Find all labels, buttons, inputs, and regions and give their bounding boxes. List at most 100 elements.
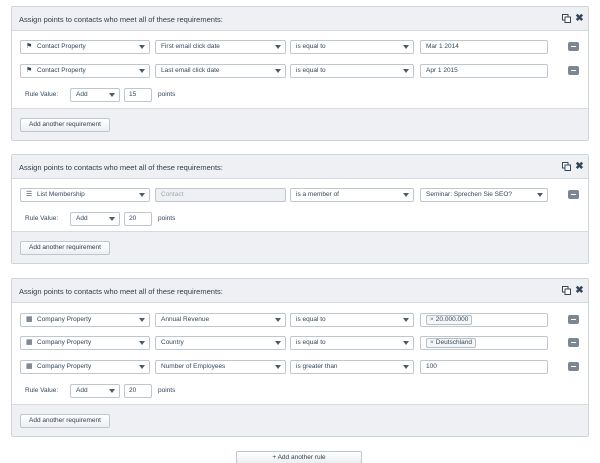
remove-requirement-button[interactable] — [568, 362, 579, 371]
copy-icon[interactable] — [561, 285, 572, 296]
rule-title: Assign points to contacts who meet all o… — [19, 287, 223, 296]
chevron-down-icon — [139, 318, 145, 322]
rule-header: Assign points to contacts who meet all o… — [12, 279, 588, 303]
rule-footer: Add another requirement — [12, 108, 588, 140]
value-tag-text: Deutschland — [435, 339, 472, 346]
chevron-down-icon — [139, 341, 145, 345]
operator-select[interactable]: is equal to — [290, 64, 414, 78]
requirement-type-value: Contact Property — [37, 67, 86, 74]
scoring-rule: Assign points to contacts who meet all o… — [11, 278, 589, 437]
requirement-type-value: Company Property — [37, 339, 92, 346]
requirement-row: ▦ Company Property Country is equal to × D… — [12, 336, 590, 350]
requirement-type-select[interactable]: ▦ Company Property — [20, 336, 150, 350]
flag-icon: ⚑ — [26, 43, 33, 50]
chevron-down-icon — [139, 193, 145, 197]
value-tag-input[interactable]: × Deutschland — [420, 336, 548, 350]
add-requirement-button[interactable]: Add another requirement — [20, 414, 110, 428]
rule-header: Assign points to contacts who meet all o… — [12, 155, 588, 179]
value-input[interactable]: Apr 1 2015 — [420, 64, 548, 78]
operator-value: is a member of — [296, 191, 339, 198]
points-input[interactable]: 20 — [124, 212, 152, 226]
rule-value-label: Rule Value: — [25, 215, 59, 222]
rule-header: Assign points to contacts who meet all o… — [12, 7, 588, 31]
operator-select[interactable]: is equal to — [290, 40, 414, 54]
building-icon: ▦ — [26, 339, 33, 346]
add-rule-button[interactable]: + Add another rule — [236, 451, 362, 463]
requirement-type-select[interactable]: ☰ List Membership — [20, 188, 150, 202]
close-icon[interactable]: ✖ — [574, 285, 585, 296]
requirement-type-value: List Membership — [37, 191, 85, 198]
requirement-row: ☰ List Membership Contact is a member of … — [12, 188, 590, 202]
property-value: Number of Employees — [161, 363, 226, 370]
property-select[interactable]: First email click date — [155, 40, 286, 54]
scoring-rule: Assign points to contacts who meet all o… — [11, 6, 589, 141]
requirement-row: ▦ Company Property Number of Employees is… — [12, 360, 590, 374]
operator-value: is equal to — [296, 339, 326, 346]
property-value: Annual Revenue — [161, 316, 210, 323]
rule-value-label: Rule Value: — [25, 387, 59, 394]
rule-title: Assign points to contacts who meet all o… — [19, 15, 223, 24]
requirement-type-select[interactable]: ⚑ Contact Property — [20, 40, 150, 54]
building-icon: ▦ — [26, 363, 33, 370]
chevron-down-icon — [109, 389, 115, 393]
close-icon[interactable]: ✖ — [574, 13, 585, 24]
requirement-type-select[interactable]: ▦ Company Property — [20, 360, 150, 374]
chevron-down-icon — [275, 341, 281, 345]
property-select[interactable]: Annual Revenue — [155, 313, 286, 327]
points-label: points — [158, 215, 176, 222]
chevron-down-icon — [109, 93, 115, 97]
operator-value: is greater than — [296, 363, 338, 370]
chevron-down-icon — [537, 193, 543, 197]
remove-requirement-button[interactable] — [568, 315, 579, 324]
chevron-down-icon — [403, 318, 409, 322]
property-select[interactable]: Country — [155, 336, 286, 350]
copy-icon[interactable] — [561, 13, 572, 24]
value-tag-text: 20.000.000 — [435, 316, 469, 323]
requirement-row: ▦ Company Property Annual Revenue is equa… — [12, 313, 590, 327]
add-requirement-button[interactable]: Add another requirement — [20, 241, 110, 255]
close-icon[interactable]: ✖ — [574, 161, 585, 172]
rule-footer: Add another requirement — [12, 404, 588, 436]
operator-select[interactable]: is equal to — [290, 313, 414, 327]
rule-value-row: Rule Value: Add 20 points — [12, 384, 590, 398]
chevron-down-icon — [139, 365, 145, 369]
value-input[interactable]: Mar 1 2014 — [420, 40, 548, 54]
flag-icon: ⚑ — [26, 67, 33, 74]
requirement-type-select[interactable]: ⚑ Contact Property — [20, 64, 150, 78]
operator-select[interactable]: is equal to — [290, 336, 414, 350]
chevron-down-icon — [403, 193, 409, 197]
points-input[interactable]: 15 — [124, 88, 152, 102]
operator-select[interactable]: is a member of — [290, 188, 414, 202]
copy-icon[interactable] — [561, 161, 572, 172]
value-input[interactable]: 100 — [420, 360, 548, 374]
operator-select[interactable]: is greater than — [290, 360, 414, 374]
value-tag: × Deutschland — [426, 338, 476, 348]
remove-requirement-button[interactable] — [568, 66, 579, 75]
rule-action-select[interactable]: Add — [70, 384, 120, 398]
value-tag: × 20.000.000 — [426, 315, 473, 325]
scoring-rule: Assign points to contacts who meet all o… — [11, 154, 589, 264]
list-select[interactable]: Seminar: Sprechen Sie SEO? — [420, 188, 548, 202]
value-tag-input[interactable]: × 20.000.000 — [420, 313, 548, 327]
property-value: First email click date — [161, 43, 220, 50]
remove-requirement-button[interactable] — [568, 338, 579, 347]
remove-tag-icon[interactable]: × — [430, 316, 434, 323]
requirement-type-select[interactable]: ▦ Company Property — [20, 313, 150, 327]
rule-action-value: Add — [76, 91, 88, 98]
property-field-disabled: Contact — [155, 188, 286, 202]
chevron-down-icon — [403, 69, 409, 73]
chevron-down-icon — [403, 341, 409, 345]
remove-requirement-button[interactable] — [568, 190, 579, 199]
rule-action-select[interactable]: Add — [70, 88, 120, 102]
property-select[interactable]: Last email click date — [155, 64, 286, 78]
chevron-down-icon — [275, 318, 281, 322]
remove-requirement-button[interactable] — [568, 42, 579, 51]
rule-action-select[interactable]: Add — [70, 212, 120, 226]
rule-value-row: Rule Value: Add 20 points — [12, 212, 590, 226]
requirement-type-value: Company Property — [37, 316, 92, 323]
property-select[interactable]: Number of Employees — [155, 360, 286, 374]
property-value: Last email click date — [161, 67, 220, 74]
remove-tag-icon[interactable]: × — [430, 339, 434, 346]
add-requirement-button[interactable]: Add another requirement — [20, 118, 110, 132]
points-input[interactable]: 20 — [124, 384, 152, 398]
